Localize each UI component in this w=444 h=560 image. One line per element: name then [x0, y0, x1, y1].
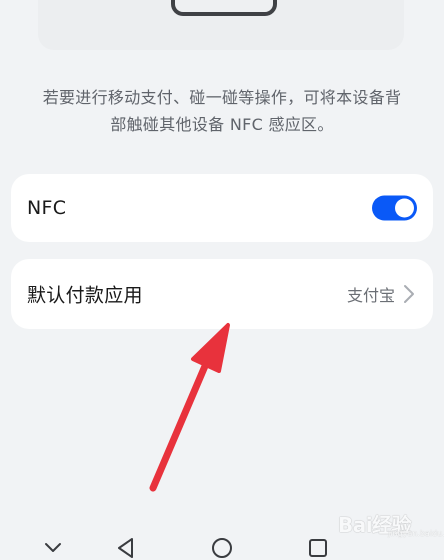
nfc-label: NFC — [27, 197, 67, 219]
square-recent-icon[interactable] — [305, 536, 331, 560]
device-outline-icon — [171, 0, 277, 16]
default-payment-app-row[interactable]: 默认付款应用 支付宝 — [11, 259, 433, 329]
circle-home-icon[interactable] — [209, 536, 235, 560]
triangle-back-icon[interactable] — [113, 536, 139, 560]
chevron-right-icon — [404, 285, 414, 303]
chevron-down-icon[interactable] — [40, 536, 66, 560]
description-line-2: 部触碰其他设备 NFC 感应区。 — [110, 115, 334, 134]
description-line-1: 若要进行移动支付、碰一碰等操作，可将本设备背 — [42, 88, 402, 107]
nfc-row[interactable]: NFC — [11, 174, 433, 242]
nfc-toggle[interactable] — [372, 195, 417, 221]
nfc-description: 若要进行移动支付、碰一碰等操作，可将本设备背 部触碰其他设备 NFC 感应区。 — [20, 84, 424, 138]
default-payment-app-label: 默认付款应用 — [27, 284, 143, 307]
nfc-settings-screen: 若要进行移动支付、碰一碰等操作，可将本设备背 部触碰其他设备 NFC 感应区。 … — [0, 0, 444, 560]
default-payment-app-value: 支付宝 — [346, 286, 395, 305]
nfc-toggle-knob — [395, 198, 414, 218]
system-nav-bar — [0, 530, 444, 560]
